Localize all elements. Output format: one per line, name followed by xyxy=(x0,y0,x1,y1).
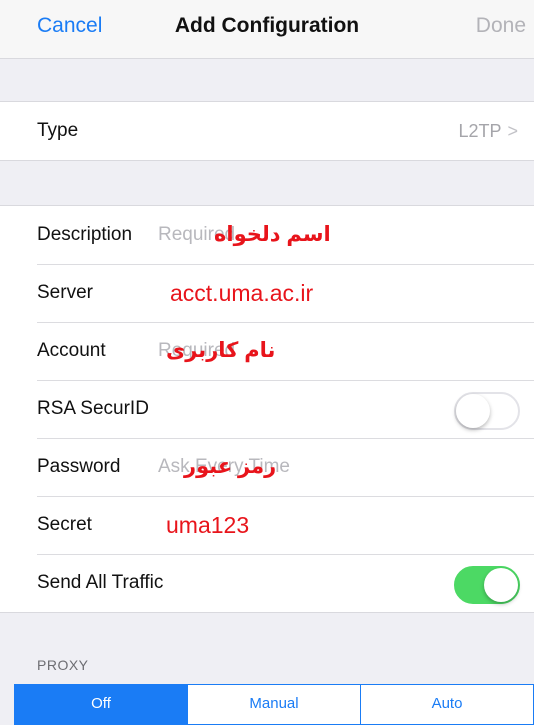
account-row[interactable]: Account Required نام کاربری xyxy=(0,322,534,380)
done-button[interactable]: Done xyxy=(476,14,526,38)
navigation-bar: Add Configuration Cancel Done xyxy=(0,0,534,59)
account-label: Account xyxy=(37,340,106,361)
send-all-traffic-row: Send All Traffic xyxy=(0,554,534,612)
password-label: Password xyxy=(37,456,121,477)
proxy-section-header: PROXY xyxy=(37,657,89,673)
send-all-traffic-label: Send All Traffic xyxy=(37,572,164,593)
type-value: L2TP > xyxy=(458,102,518,160)
type-group: Type L2TP > xyxy=(0,101,534,161)
secret-row[interactable]: Secret uma123 xyxy=(0,496,534,554)
account-annotation: نام کاربری xyxy=(166,339,276,362)
description-row[interactable]: Description Required اسم دلخواه xyxy=(0,206,534,264)
password-row[interactable]: Password Ask Every Time رمز عبور xyxy=(0,438,534,496)
description-annotation: اسم دلخواه xyxy=(214,223,331,246)
secret-value[interactable]: uma123 xyxy=(166,496,249,554)
toggle-knob xyxy=(484,568,518,602)
type-label: Type xyxy=(37,120,79,141)
server-value[interactable]: acct.uma.ac.ir xyxy=(170,264,313,322)
cancel-button[interactable]: Cancel xyxy=(37,14,102,38)
proxy-option-auto[interactable]: Auto xyxy=(361,685,534,724)
secret-label: Secret xyxy=(37,514,92,535)
chevron-right-icon: > xyxy=(507,121,518,141)
type-row[interactable]: Type L2TP > xyxy=(0,102,534,160)
send-all-traffic-toggle[interactable] xyxy=(454,566,520,604)
configuration-fields-group: Description Required اسم دلخواه Server a… xyxy=(0,205,534,613)
server-row[interactable]: Server acct.uma.ac.ir xyxy=(0,264,534,322)
rsa-securid-row: RSA SecurID xyxy=(0,380,534,438)
proxy-option-manual[interactable]: Manual xyxy=(188,685,361,724)
server-label: Server xyxy=(37,282,93,303)
rsa-securid-label: RSA SecurID xyxy=(37,398,149,419)
type-value-text: L2TP xyxy=(458,121,502,141)
password-annotation: رمز عبور xyxy=(184,455,277,478)
toggle-knob xyxy=(456,394,490,428)
proxy-segmented-control: Off Manual Auto xyxy=(14,684,534,725)
description-label: Description xyxy=(37,224,133,245)
proxy-option-off[interactable]: Off xyxy=(15,685,188,724)
rsa-securid-toggle[interactable] xyxy=(454,392,520,430)
